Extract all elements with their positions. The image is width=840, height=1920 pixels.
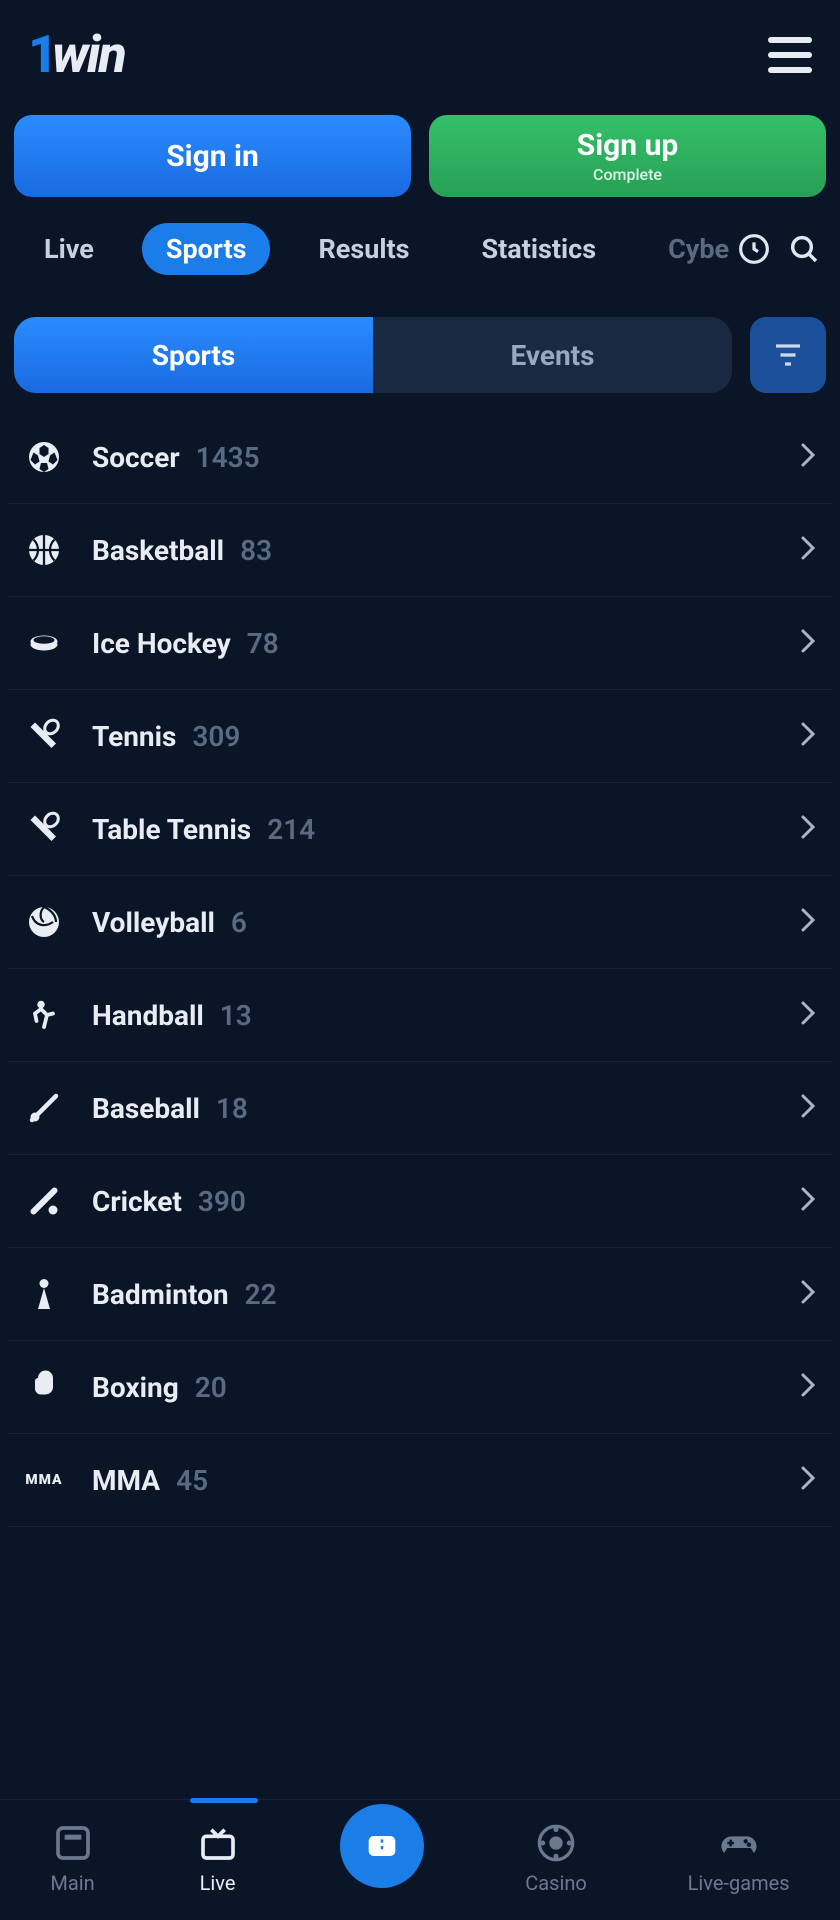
sport-count: 214	[267, 813, 315, 846]
sport-count: 20	[195, 1371, 227, 1404]
sport-name: Volleyball	[92, 906, 215, 939]
nav-live[interactable]: Live	[20, 223, 118, 275]
nav-statistics[interactable]: Statistics	[457, 223, 620, 275]
main-icon	[51, 1821, 95, 1865]
chevron-right-icon	[800, 908, 816, 936]
sport-name: Table Tennis	[92, 813, 251, 846]
sport-row-cricket[interactable]: Cricket 390	[8, 1155, 832, 1248]
chevron-right-icon	[800, 536, 816, 564]
bottom-nav-casino[interactable]: Casino	[525, 1821, 587, 1895]
signin-button[interactable]: Sign in	[14, 115, 411, 197]
tennis-icon	[24, 809, 64, 849]
soccer-icon	[24, 437, 64, 477]
sport-row-handball[interactable]: Handball 13	[8, 969, 832, 1062]
toggle-events[interactable]: Events	[373, 317, 732, 393]
hockey-icon	[24, 623, 64, 663]
sport-row-baseball[interactable]: Baseball 18	[8, 1062, 832, 1155]
ticket-icon	[340, 1804, 424, 1888]
chevron-right-icon	[800, 1280, 816, 1308]
bottom-nav-live[interactable]: Live	[196, 1821, 240, 1895]
nav-cyber[interactable]: Cyber	[644, 223, 730, 275]
view-toggle: Sports Events	[14, 317, 732, 393]
sport-count: 83	[240, 534, 272, 567]
sport-row-table-tennis[interactable]: Table Tennis 214	[8, 783, 832, 876]
chevron-right-icon	[800, 1001, 816, 1029]
signup-button[interactable]: Sign up Complete	[429, 115, 826, 197]
clock-icon[interactable]	[738, 233, 770, 265]
chevron-right-icon	[800, 1466, 816, 1494]
bottom-nav-main[interactable]: Main	[50, 1821, 94, 1895]
sport-count: 1435	[196, 441, 260, 474]
logo[interactable]: 1win	[28, 24, 125, 85]
sport-row-volleyball[interactable]: Volleyball 6	[8, 876, 832, 969]
boxing-icon	[24, 1367, 64, 1407]
baseball-icon	[24, 1088, 64, 1128]
sport-count: 390	[198, 1185, 246, 1218]
sport-count: 45	[176, 1464, 208, 1497]
chevron-right-icon	[800, 1094, 816, 1122]
sport-row-mma[interactable]: MMA MMA 45	[8, 1434, 832, 1527]
sport-count: 18	[216, 1092, 248, 1125]
sport-count: 78	[247, 627, 279, 660]
sport-row-badminton[interactable]: Badminton 22	[8, 1248, 832, 1341]
chevron-right-icon	[800, 1187, 816, 1215]
filter-button[interactable]	[750, 317, 826, 393]
volleyball-icon	[24, 902, 64, 942]
sport-name: Cricket	[92, 1185, 182, 1218]
nav-results[interactable]: Results	[294, 223, 433, 275]
bottom-nav-ticket[interactable]	[340, 1804, 424, 1888]
sport-name: MMA	[92, 1464, 160, 1497]
sport-name: Baseball	[92, 1092, 200, 1125]
sport-row-tennis[interactable]: Tennis 309	[8, 690, 832, 783]
sport-name: Tennis	[92, 720, 176, 753]
sport-row-ice-hockey[interactable]: Ice Hockey 78	[8, 597, 832, 690]
sport-name: Ice Hockey	[92, 627, 231, 660]
sport-row-soccer[interactable]: Soccer 1435	[8, 411, 832, 504]
sport-row-basketball[interactable]: Basketball 83	[8, 504, 832, 597]
sport-count: 309	[192, 720, 240, 753]
sport-count: 6	[231, 906, 247, 939]
badminton-icon	[24, 1274, 64, 1314]
live-icon	[196, 1821, 240, 1865]
sport-name: Handball	[92, 999, 204, 1032]
mma-icon: MMA	[24, 1460, 64, 1500]
sport-name: Badminton	[92, 1278, 229, 1311]
nav-sports[interactable]: Sports	[142, 223, 271, 275]
chevron-right-icon	[800, 443, 816, 471]
chevron-right-icon	[800, 1373, 816, 1401]
chevron-right-icon	[800, 629, 816, 657]
sport-count: 22	[245, 1278, 277, 1311]
sport-row-boxing[interactable]: Boxing 20	[8, 1341, 832, 1434]
sport-name: Boxing	[92, 1371, 179, 1404]
sport-count: 13	[220, 999, 252, 1032]
hamburger-menu-icon[interactable]	[768, 37, 812, 73]
sport-name: Basketball	[92, 534, 224, 567]
basketball-icon	[24, 530, 64, 570]
casino-icon	[534, 1821, 578, 1865]
search-icon[interactable]	[788, 233, 820, 265]
cricket-icon	[24, 1181, 64, 1221]
games-icon	[717, 1821, 761, 1865]
chevron-right-icon	[800, 815, 816, 843]
chevron-right-icon	[800, 722, 816, 750]
toggle-sports[interactable]: Sports	[14, 317, 373, 393]
bottom-nav-live-games[interactable]: Live-games	[688, 1821, 790, 1895]
tennis-icon	[24, 716, 64, 756]
handball-icon	[24, 995, 64, 1035]
sport-name: Soccer	[92, 441, 180, 474]
